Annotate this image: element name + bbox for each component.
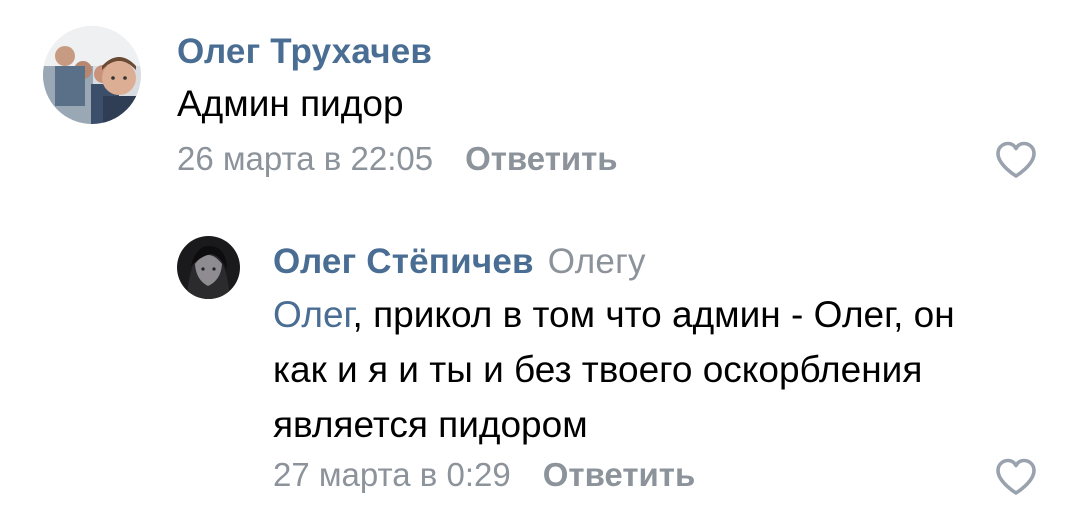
reply-button[interactable]: Ответить	[465, 140, 618, 177]
reply-author[interactable]: Олег Стёпичев Олегу	[273, 242, 646, 282]
reply-button[interactable]: Ответить	[543, 456, 696, 493]
reply-text-line: Олег, прикол в том что админ - Олег, он	[273, 287, 955, 342]
avatar[interactable]	[177, 236, 240, 299]
comment-author[interactable]: Олег Трухачев	[177, 32, 432, 72]
heart-outline-icon[interactable]	[994, 140, 1038, 180]
reply-to-label[interactable]: Олегу	[548, 242, 646, 281]
reply-date: 27 марта в 0:29	[273, 456, 511, 493]
mention-link[interactable]: Олег	[273, 294, 353, 335]
reply-text-segment: , прикол в том что админ - Олег, он	[352, 294, 955, 335]
reply-author-name[interactable]: Олег Стёпичев	[273, 242, 534, 281]
comment-date: 26 марта в 22:05	[177, 140, 434, 177]
avatar[interactable]	[43, 26, 141, 124]
comment-meta: 26 марта в 22:05 Ответить	[177, 140, 618, 178]
reply-text-line: является пидором	[273, 404, 588, 445]
comment-text: Админ пидор	[177, 83, 404, 124]
heart-outline-icon[interactable]	[994, 457, 1038, 497]
reply-text: Олег, прикол в том что админ - Олег, он …	[273, 287, 955, 452]
reply-meta: 27 марта в 0:29 Ответить	[273, 456, 695, 494]
reply-text-line: как и я и ты и без твоего оскорбления	[273, 349, 923, 390]
